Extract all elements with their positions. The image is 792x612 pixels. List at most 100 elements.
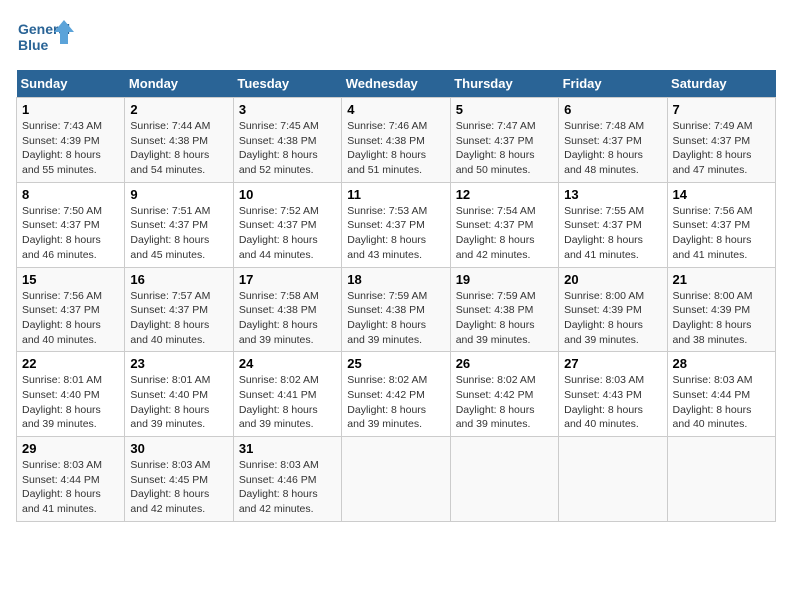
day-number: 11 <box>347 187 444 202</box>
calendar-cell: 10 Sunrise: 7:52 AMSunset: 4:37 PMDaylig… <box>233 182 341 267</box>
calendar-cell: 1 Sunrise: 7:43 AMSunset: 4:39 PMDayligh… <box>17 98 125 183</box>
calendar-cell: 3 Sunrise: 7:45 AMSunset: 4:38 PMDayligh… <box>233 98 341 183</box>
day-info: Sunrise: 8:03 AMSunset: 4:44 PMDaylight:… <box>673 374 753 430</box>
calendar-cell: 24 Sunrise: 8:02 AMSunset: 4:41 PMDaylig… <box>233 352 341 437</box>
day-info: Sunrise: 8:01 AMSunset: 4:40 PMDaylight:… <box>130 374 210 430</box>
calendar-cell: 13 Sunrise: 7:55 AMSunset: 4:37 PMDaylig… <box>559 182 667 267</box>
calendar-cell: 28 Sunrise: 8:03 AMSunset: 4:44 PMDaylig… <box>667 352 775 437</box>
day-number: 25 <box>347 356 444 371</box>
day-info: Sunrise: 7:47 AMSunset: 4:37 PMDaylight:… <box>456 120 536 176</box>
day-info: Sunrise: 7:54 AMSunset: 4:37 PMDaylight:… <box>456 205 536 261</box>
calendar-week-5: 29 Sunrise: 8:03 AMSunset: 4:44 PMDaylig… <box>17 437 776 522</box>
calendar-cell: 25 Sunrise: 8:02 AMSunset: 4:42 PMDaylig… <box>342 352 450 437</box>
day-number: 26 <box>456 356 553 371</box>
day-number: 29 <box>22 441 119 456</box>
day-info: Sunrise: 7:46 AMSunset: 4:38 PMDaylight:… <box>347 120 427 176</box>
calendar-cell: 20 Sunrise: 8:00 AMSunset: 4:39 PMDaylig… <box>559 267 667 352</box>
day-number: 21 <box>673 272 770 287</box>
calendar-cell <box>450 437 558 522</box>
day-info: Sunrise: 8:03 AMSunset: 4:44 PMDaylight:… <box>22 459 102 515</box>
logo: General Blue <box>16 16 76 60</box>
day-number: 14 <box>673 187 770 202</box>
day-header-wednesday: Wednesday <box>342 70 450 98</box>
day-info: Sunrise: 7:53 AMSunset: 4:37 PMDaylight:… <box>347 205 427 261</box>
day-info: Sunrise: 7:45 AMSunset: 4:38 PMDaylight:… <box>239 120 319 176</box>
calendar-cell: 16 Sunrise: 7:57 AMSunset: 4:37 PMDaylig… <box>125 267 233 352</box>
calendar-cell: 27 Sunrise: 8:03 AMSunset: 4:43 PMDaylig… <box>559 352 667 437</box>
day-info: Sunrise: 7:57 AMSunset: 4:37 PMDaylight:… <box>130 290 210 346</box>
calendar-table: SundayMondayTuesdayWednesdayThursdayFrid… <box>16 70 776 522</box>
logo-svg: General Blue <box>16 16 76 60</box>
calendar-header-row: SundayMondayTuesdayWednesdayThursdayFrid… <box>17 70 776 98</box>
calendar-cell: 5 Sunrise: 7:47 AMSunset: 4:37 PMDayligh… <box>450 98 558 183</box>
day-header-sunday: Sunday <box>17 70 125 98</box>
day-info: Sunrise: 7:50 AMSunset: 4:37 PMDaylight:… <box>22 205 102 261</box>
day-number: 9 <box>130 187 227 202</box>
day-number: 10 <box>239 187 336 202</box>
day-number: 15 <box>22 272 119 287</box>
day-info: Sunrise: 8:01 AMSunset: 4:40 PMDaylight:… <box>22 374 102 430</box>
day-info: Sunrise: 7:59 AMSunset: 4:38 PMDaylight:… <box>347 290 427 346</box>
day-number: 12 <box>456 187 553 202</box>
calendar-cell: 21 Sunrise: 8:00 AMSunset: 4:39 PMDaylig… <box>667 267 775 352</box>
calendar-cell: 12 Sunrise: 7:54 AMSunset: 4:37 PMDaylig… <box>450 182 558 267</box>
calendar-cell: 26 Sunrise: 8:02 AMSunset: 4:42 PMDaylig… <box>450 352 558 437</box>
day-info: Sunrise: 7:48 AMSunset: 4:37 PMDaylight:… <box>564 120 644 176</box>
day-info: Sunrise: 7:56 AMSunset: 4:37 PMDaylight:… <box>673 205 753 261</box>
day-number: 1 <box>22 102 119 117</box>
page-header: General Blue <box>16 16 776 60</box>
calendar-week-2: 8 Sunrise: 7:50 AMSunset: 4:37 PMDayligh… <box>17 182 776 267</box>
calendar-body: 1 Sunrise: 7:43 AMSunset: 4:39 PMDayligh… <box>17 98 776 522</box>
day-number: 24 <box>239 356 336 371</box>
calendar-cell: 30 Sunrise: 8:03 AMSunset: 4:45 PMDaylig… <box>125 437 233 522</box>
calendar-cell: 14 Sunrise: 7:56 AMSunset: 4:37 PMDaylig… <box>667 182 775 267</box>
day-number: 28 <box>673 356 770 371</box>
calendar-cell: 22 Sunrise: 8:01 AMSunset: 4:40 PMDaylig… <box>17 352 125 437</box>
day-number: 18 <box>347 272 444 287</box>
day-number: 16 <box>130 272 227 287</box>
day-info: Sunrise: 7:49 AMSunset: 4:37 PMDaylight:… <box>673 120 753 176</box>
day-info: Sunrise: 7:59 AMSunset: 4:38 PMDaylight:… <box>456 290 536 346</box>
calendar-week-1: 1 Sunrise: 7:43 AMSunset: 4:39 PMDayligh… <box>17 98 776 183</box>
day-header-tuesday: Tuesday <box>233 70 341 98</box>
calendar-cell: 31 Sunrise: 8:03 AMSunset: 4:46 PMDaylig… <box>233 437 341 522</box>
day-info: Sunrise: 7:55 AMSunset: 4:37 PMDaylight:… <box>564 205 644 261</box>
day-info: Sunrise: 7:56 AMSunset: 4:37 PMDaylight:… <box>22 290 102 346</box>
day-number: 8 <box>22 187 119 202</box>
day-info: Sunrise: 7:44 AMSunset: 4:38 PMDaylight:… <box>130 120 210 176</box>
day-info: Sunrise: 7:58 AMSunset: 4:38 PMDaylight:… <box>239 290 319 346</box>
day-number: 23 <box>130 356 227 371</box>
day-info: Sunrise: 7:43 AMSunset: 4:39 PMDaylight:… <box>22 120 102 176</box>
day-number: 31 <box>239 441 336 456</box>
calendar-cell: 19 Sunrise: 7:59 AMSunset: 4:38 PMDaylig… <box>450 267 558 352</box>
calendar-cell: 17 Sunrise: 7:58 AMSunset: 4:38 PMDaylig… <box>233 267 341 352</box>
day-number: 5 <box>456 102 553 117</box>
day-number: 19 <box>456 272 553 287</box>
day-header-monday: Monday <box>125 70 233 98</box>
day-info: Sunrise: 8:02 AMSunset: 4:42 PMDaylight:… <box>347 374 427 430</box>
calendar-cell <box>342 437 450 522</box>
calendar-cell: 2 Sunrise: 7:44 AMSunset: 4:38 PMDayligh… <box>125 98 233 183</box>
day-number: 3 <box>239 102 336 117</box>
calendar-cell <box>559 437 667 522</box>
calendar-cell: 29 Sunrise: 8:03 AMSunset: 4:44 PMDaylig… <box>17 437 125 522</box>
day-number: 20 <box>564 272 661 287</box>
day-number: 4 <box>347 102 444 117</box>
calendar-cell: 6 Sunrise: 7:48 AMSunset: 4:37 PMDayligh… <box>559 98 667 183</box>
day-header-thursday: Thursday <box>450 70 558 98</box>
calendar-cell <box>667 437 775 522</box>
day-number: 17 <box>239 272 336 287</box>
day-info: Sunrise: 8:02 AMSunset: 4:41 PMDaylight:… <box>239 374 319 430</box>
day-info: Sunrise: 7:52 AMSunset: 4:37 PMDaylight:… <box>239 205 319 261</box>
day-number: 27 <box>564 356 661 371</box>
day-number: 7 <box>673 102 770 117</box>
day-info: Sunrise: 7:51 AMSunset: 4:37 PMDaylight:… <box>130 205 210 261</box>
calendar-cell: 4 Sunrise: 7:46 AMSunset: 4:38 PMDayligh… <box>342 98 450 183</box>
calendar-cell: 23 Sunrise: 8:01 AMSunset: 4:40 PMDaylig… <box>125 352 233 437</box>
calendar-cell: 18 Sunrise: 7:59 AMSunset: 4:38 PMDaylig… <box>342 267 450 352</box>
calendar-cell: 9 Sunrise: 7:51 AMSunset: 4:37 PMDayligh… <box>125 182 233 267</box>
day-header-saturday: Saturday <box>667 70 775 98</box>
calendar-cell: 8 Sunrise: 7:50 AMSunset: 4:37 PMDayligh… <box>17 182 125 267</box>
day-info: Sunrise: 8:00 AMSunset: 4:39 PMDaylight:… <box>564 290 644 346</box>
day-number: 13 <box>564 187 661 202</box>
